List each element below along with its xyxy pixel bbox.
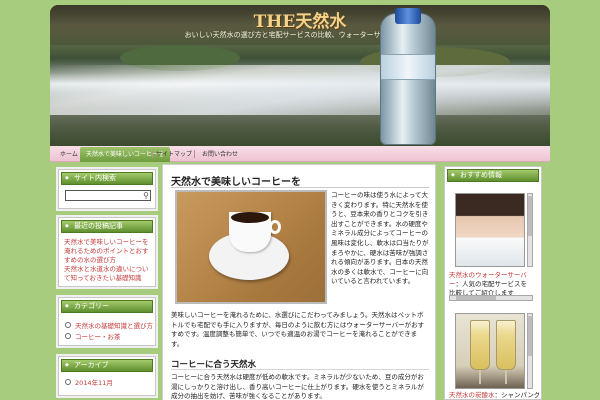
glass-shape xyxy=(470,320,490,370)
nav-item-home[interactable]: ホーム xyxy=(60,149,78,161)
site-header: THE天然水 おいしい天然水の選び方と宅配サービスの比較、ウォーターサーバー情報 xyxy=(50,5,550,146)
nav-item-contact[interactable]: お問い合わせ xyxy=(202,149,238,161)
nav-separator xyxy=(194,150,195,158)
coffee-surface-shape xyxy=(231,212,269,223)
article-title: 天然水で美味しいコーヒーを xyxy=(171,177,301,188)
recommend-heading: おすすめ情報 xyxy=(447,169,539,182)
header-rapids xyxy=(50,65,550,115)
article-paragraph-side: コーヒーの味は使う水によって大きく変わります。特に天然水を使うと、豆本来の香りと… xyxy=(331,191,429,286)
coffee-photo xyxy=(175,190,327,304)
archive-link[interactable]: 2014年11月 xyxy=(65,379,113,388)
title-divider xyxy=(171,187,429,188)
champagne-photo[interactable] xyxy=(455,313,525,389)
glass-shape xyxy=(496,320,516,370)
vertical-scrollbar[interactable] xyxy=(527,193,533,267)
cup-handle-shape xyxy=(269,220,281,234)
archives-panel: アーカイブ 2014年11月 xyxy=(58,356,156,396)
article-paragraph: コーヒーに合う天然水は硬度が低めの軟水です。ミネラルが少ないため、豆の成分がお湯… xyxy=(171,373,424,400)
site-subtitle: おいしい天然水の選び方と宅配サービスの比較、ウォーターサーバー情報 xyxy=(184,31,416,39)
recent-post-link[interactable]: 天然水と水道水の違いについて知っておきたい基礎知識 xyxy=(64,265,152,283)
bottle-label xyxy=(381,54,435,80)
nav-item-sitemap[interactable]: サイトマップ xyxy=(156,149,192,161)
recommend-text: ：シャンパングラスで楽しむ xyxy=(494,391,540,399)
recent-posts-panel: 最近の投稿記事 天然水で美味しいコーヒーを淹れるためのポイントとおすすめの水の選… xyxy=(58,217,156,287)
glass-stem-shape xyxy=(505,370,507,384)
main-content: 天然水で美味しいコーヒーを コーヒーの味は使う水によって大きく変わります。特に天… xyxy=(162,164,436,400)
vertical-scrollbar[interactable] xyxy=(527,313,533,389)
recent-post-link[interactable]: 天然水で美味しいコーヒーを淹れるためのポイントとおすすめの水の選び方 xyxy=(64,238,152,265)
water-bottle-image xyxy=(380,8,436,145)
archives-heading: アーカイブ xyxy=(61,359,153,372)
recommend-panel: おすすめ情報 天然水のウォーターサーバー：人気の宅配サービスを比較してご紹介しま… xyxy=(444,166,542,400)
category-link[interactable]: コーヒー・お茶 xyxy=(65,333,121,342)
category-link[interactable]: 天然水の基礎知識と選び方 xyxy=(65,322,153,331)
article-paragraph: 美味しいコーヒーを淹れるために、水選びにこだわってみましょう。天然水はペットボト… xyxy=(171,311,425,348)
search-input[interactable] xyxy=(65,190,151,201)
recommend-link[interactable]: 天然水の炭酸水 xyxy=(449,391,495,399)
search-panel: サイト内検索 ⚲ xyxy=(58,169,156,209)
glass-stem-shape xyxy=(479,370,481,384)
categories-panel: カテゴリー 天然水の基礎知識と選び方 コーヒー・お茶 xyxy=(58,297,156,346)
nav-separator xyxy=(152,150,153,158)
search-icon[interactable]: ⚲ xyxy=(141,190,151,201)
recent-posts-heading: 最近の投稿記事 xyxy=(61,220,153,233)
bottle-cap xyxy=(395,8,421,24)
subheading-divider xyxy=(171,369,429,370)
global-nav: ホーム 天然水で美味しいコーヒーを サイトマップ お問い合わせ xyxy=(50,146,550,162)
recommend-item: 天然水の炭酸水：シャンパングラスで楽しむ xyxy=(449,391,539,400)
site-title[interactable]: THE天然水 xyxy=(50,7,550,32)
person-photo[interactable] xyxy=(455,193,525,267)
categories-heading: カテゴリー xyxy=(61,300,153,313)
horizontal-scrollbar[interactable] xyxy=(449,295,533,301)
search-heading: サイト内検索 xyxy=(61,172,153,185)
